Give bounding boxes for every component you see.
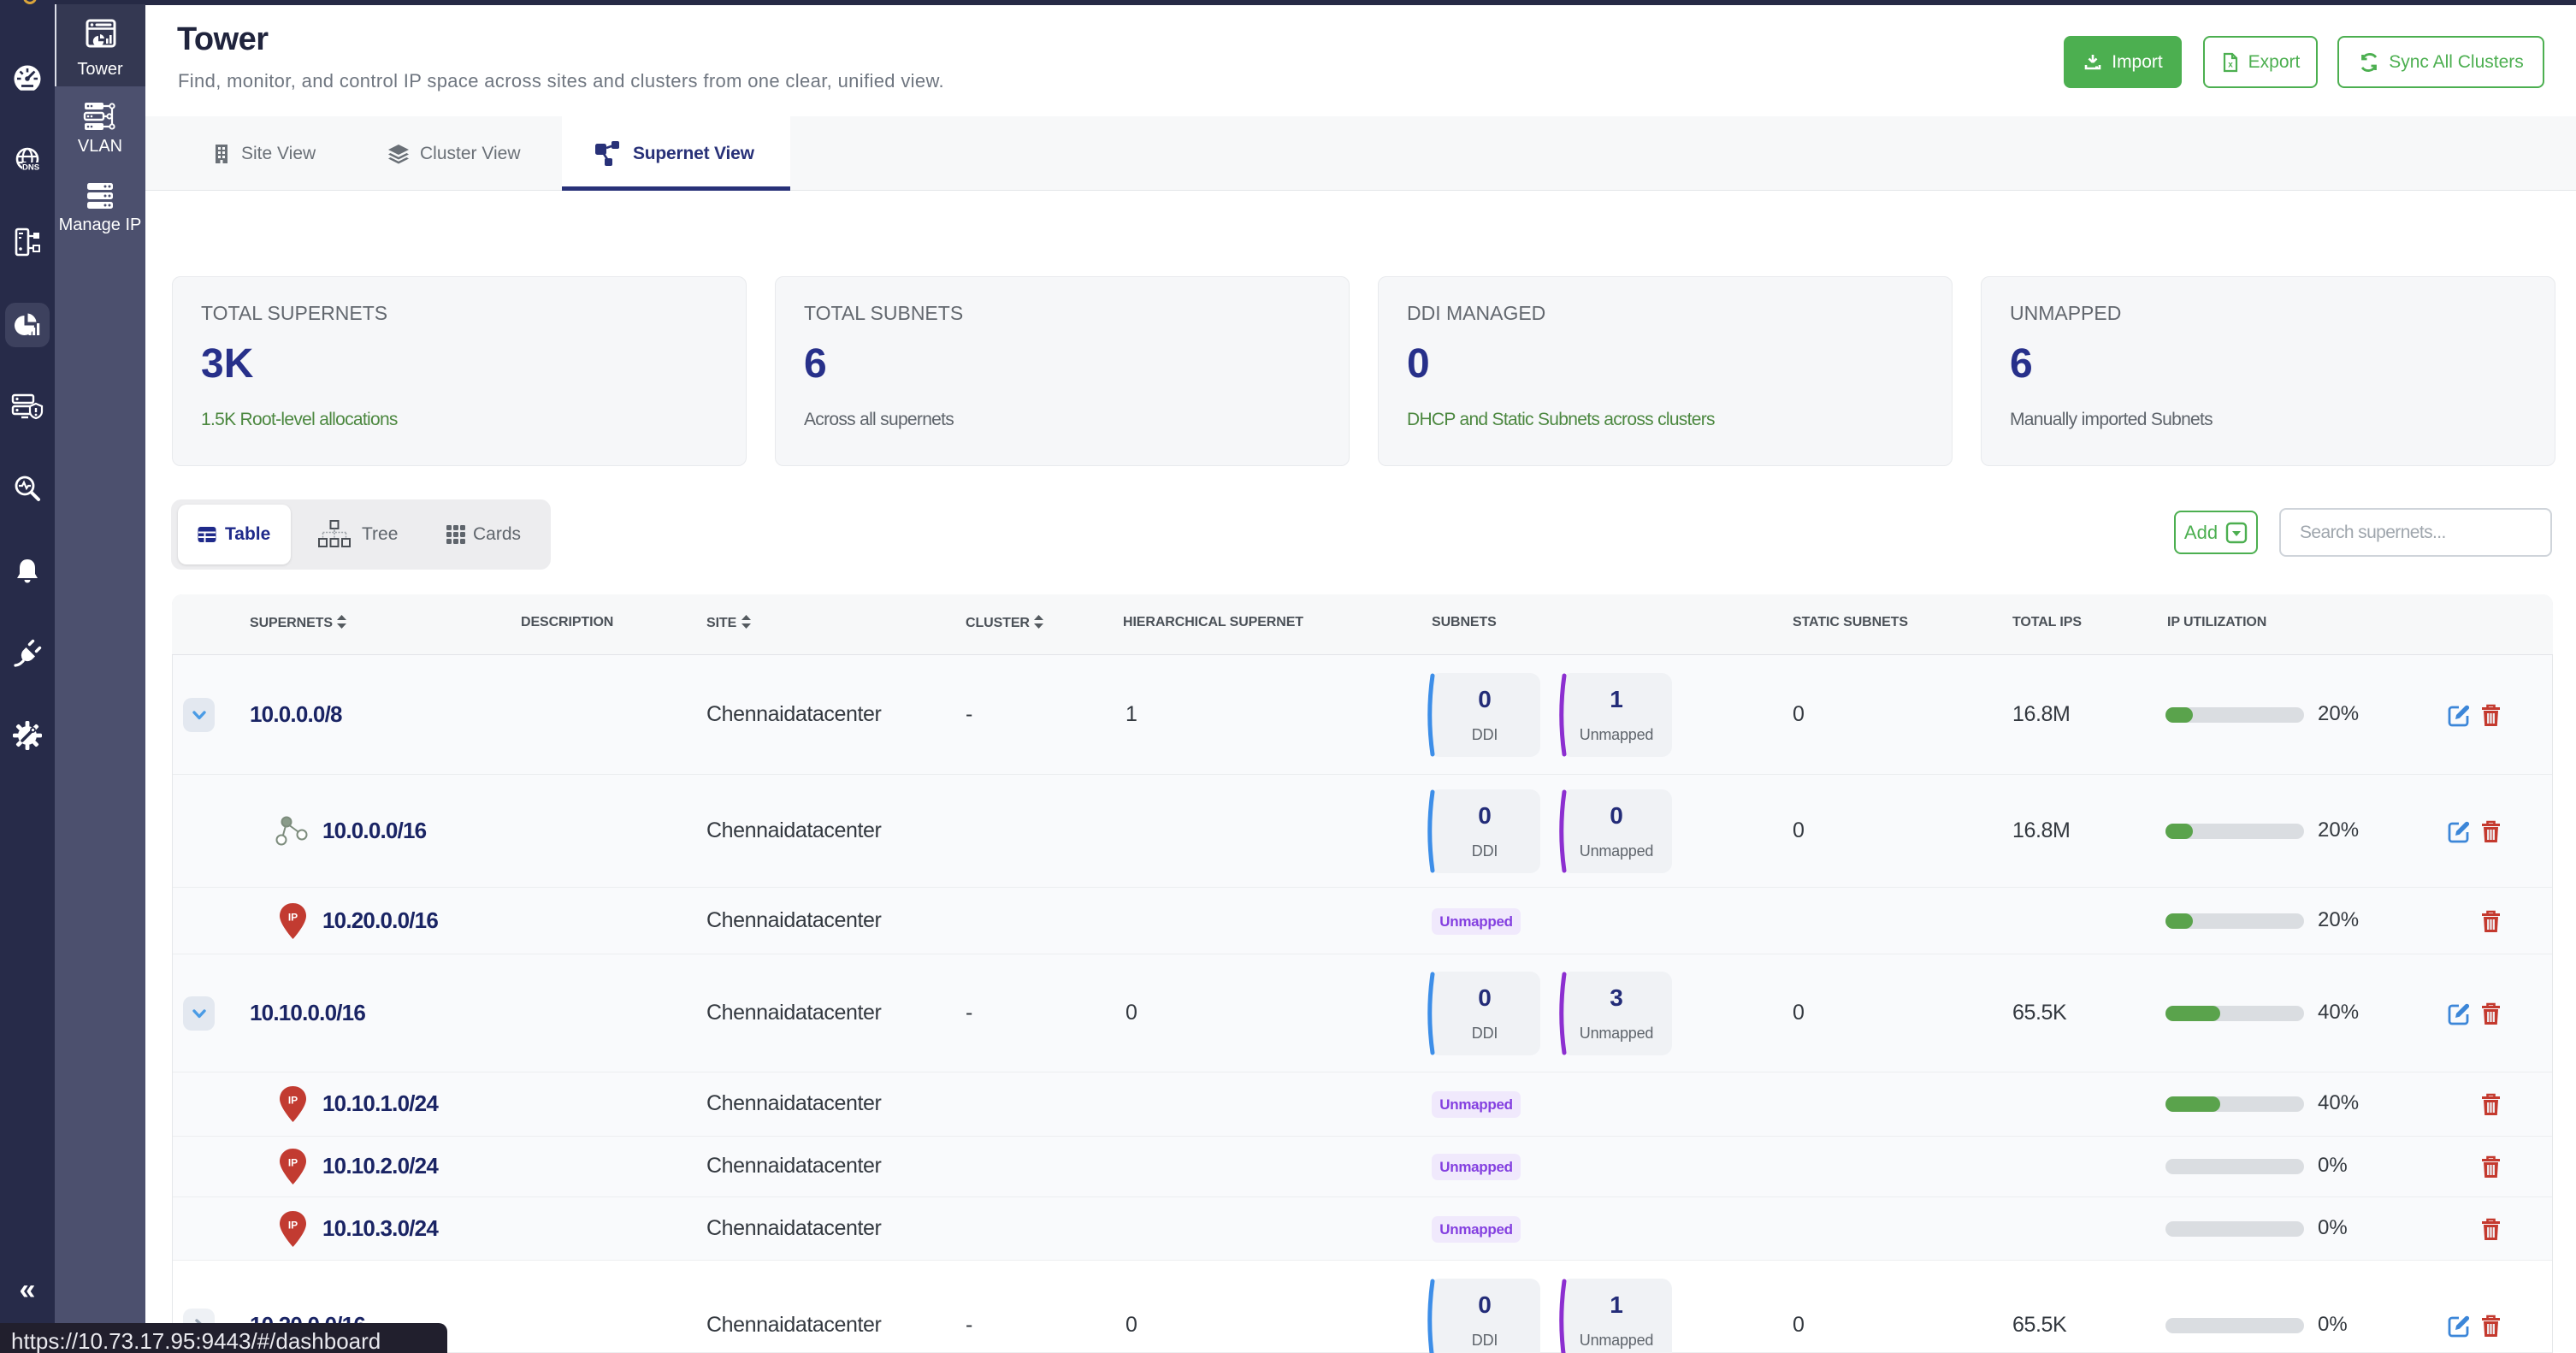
svg-text:IP: IP: [288, 912, 298, 924]
svg-text:IP: IP: [288, 1220, 298, 1232]
svg-text:DNS: DNS: [22, 163, 39, 173]
svg-text:x: x: [2228, 60, 2233, 69]
svg-text:IP: IP: [288, 1157, 298, 1169]
svg-text:IP: IP: [288, 1095, 298, 1107]
